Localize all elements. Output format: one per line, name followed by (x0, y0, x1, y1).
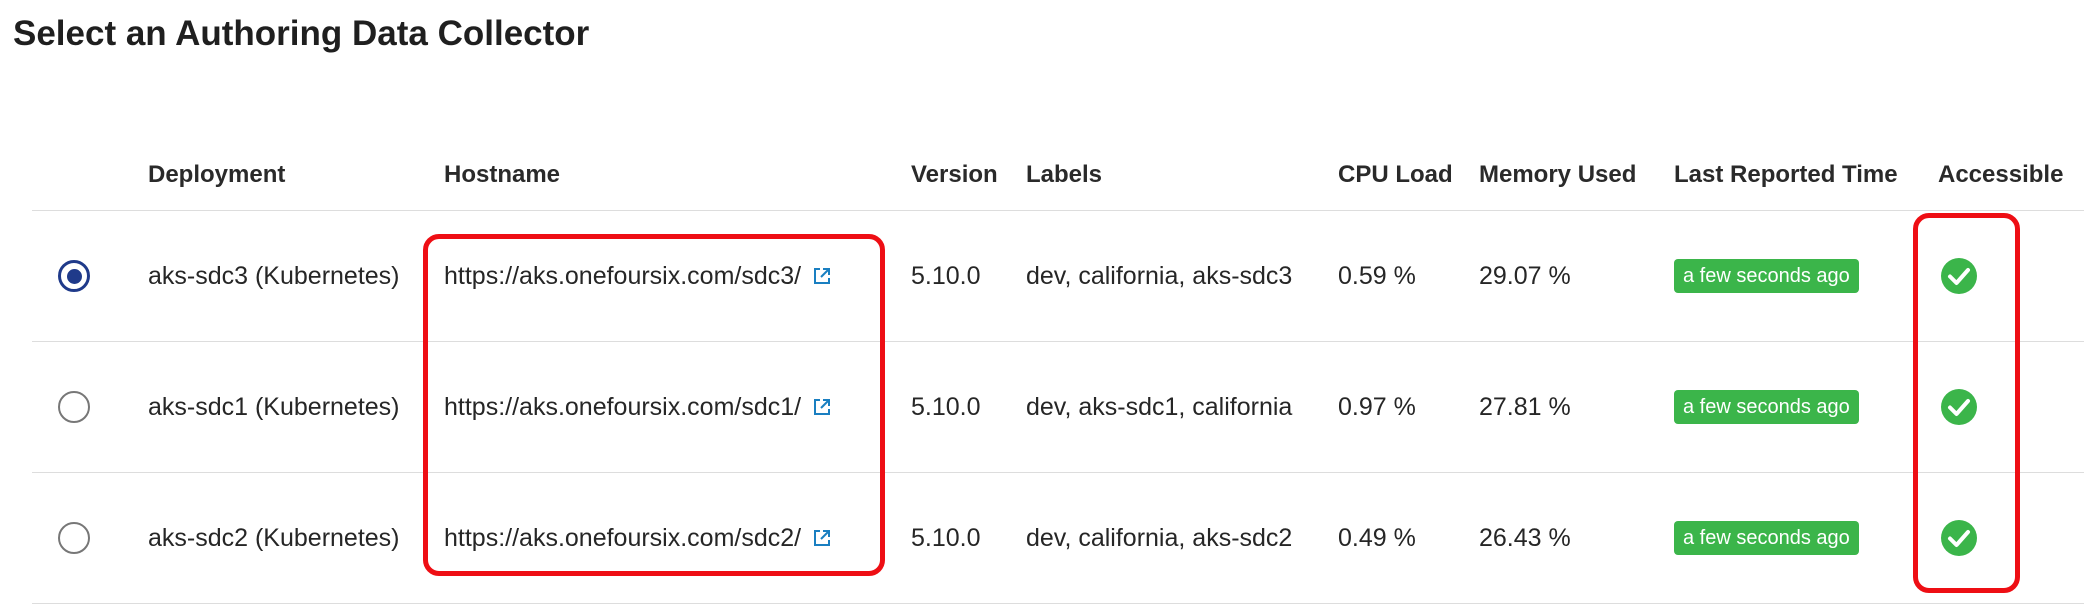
last-reported-badge: a few seconds ago (1674, 521, 1859, 555)
check-circle-icon (1940, 388, 1978, 426)
accessible-cell (1940, 473, 1978, 603)
column-header-last-reported-time[interactable]: Last Reported Time (1674, 140, 1898, 210)
row-select[interactable] (58, 342, 118, 472)
check-circle-icon (1940, 257, 1978, 295)
row-select-radio[interactable] (58, 260, 90, 292)
accessible-cell (1940, 211, 1978, 341)
hostname-cell: https://aks.onefoursix.com/sdc1/ (444, 342, 831, 472)
hostname-cell: https://aks.onefoursix.com/sdc2/ (444, 473, 831, 603)
hostname-cell: https://aks.onefoursix.com/sdc3/ (444, 211, 831, 341)
last-reported-cell: a few seconds ago (1674, 342, 1859, 472)
cpu-load-cell: 0.59 % (1338, 261, 1416, 290)
data-collector-table: Deployment Hostname Version Labels CPU L… (32, 140, 2084, 604)
deployment-cell: aks-sdc2 (Kubernetes) (148, 523, 400, 552)
table-row[interactable]: aks-sdc2 (Kubernetes) https://aks.onefou… (32, 473, 2084, 604)
labels-cell: dev, california, aks-sdc2 (1026, 523, 1293, 552)
memory-used-cell: 26.43 % (1479, 523, 1571, 552)
cpu-load-cell: 0.97 % (1338, 392, 1416, 421)
last-reported-badge: a few seconds ago (1674, 390, 1859, 424)
column-header-version[interactable]: Version (911, 140, 998, 210)
last-reported-cell: a few seconds ago (1674, 473, 1859, 603)
deployment-cell: aks-sdc3 (Kubernetes) (148, 261, 400, 290)
column-header-memory-used[interactable]: Memory Used (1479, 140, 1636, 210)
column-header-deployment[interactable]: Deployment (148, 140, 285, 210)
page-title: Select an Authoring Data Collector (13, 14, 590, 53)
deployment-cell: aks-sdc1 (Kubernetes) (148, 392, 400, 421)
external-link-icon[interactable] (813, 398, 831, 416)
table-header: Deployment Hostname Version Labels CPU L… (32, 140, 2084, 211)
column-header-cpu-load[interactable]: CPU Load (1338, 140, 1453, 210)
version-cell: 5.10.0 (911, 523, 981, 552)
labels-cell: dev, california, aks-sdc3 (1026, 261, 1293, 290)
last-reported-badge: a few seconds ago (1674, 259, 1859, 293)
row-select-radio[interactable] (58, 391, 90, 423)
memory-used-cell: 27.81 % (1479, 392, 1571, 421)
memory-used-cell: 29.07 % (1479, 261, 1571, 290)
accessible-cell (1940, 342, 1978, 472)
hostname-link[interactable]: https://aks.onefoursix.com/sdc3/ (444, 262, 801, 291)
hostname-link[interactable]: https://aks.onefoursix.com/sdc2/ (444, 524, 801, 553)
version-cell: 5.10.0 (911, 261, 981, 290)
row-select[interactable] (58, 473, 118, 603)
column-header-accessible[interactable]: Accessible (1938, 140, 2063, 210)
last-reported-cell: a few seconds ago (1674, 211, 1859, 341)
check-circle-icon (1940, 519, 1978, 557)
table-row[interactable]: aks-sdc1 (Kubernetes) https://aks.onefou… (32, 342, 2084, 473)
external-link-icon[interactable] (813, 529, 831, 547)
row-select[interactable] (58, 211, 118, 341)
external-link-icon[interactable] (813, 267, 831, 285)
column-header-labels[interactable]: Labels (1026, 140, 1102, 210)
table-row[interactable]: aks-sdc3 (Kubernetes) https://aks.onefou… (32, 211, 2084, 342)
hostname-link[interactable]: https://aks.onefoursix.com/sdc1/ (444, 393, 801, 422)
version-cell: 5.10.0 (911, 392, 981, 421)
cpu-load-cell: 0.49 % (1338, 523, 1416, 552)
labels-cell: dev, aks-sdc1, california (1026, 392, 1293, 421)
row-select-radio[interactable] (58, 522, 90, 554)
column-header-hostname[interactable]: Hostname (444, 140, 560, 210)
